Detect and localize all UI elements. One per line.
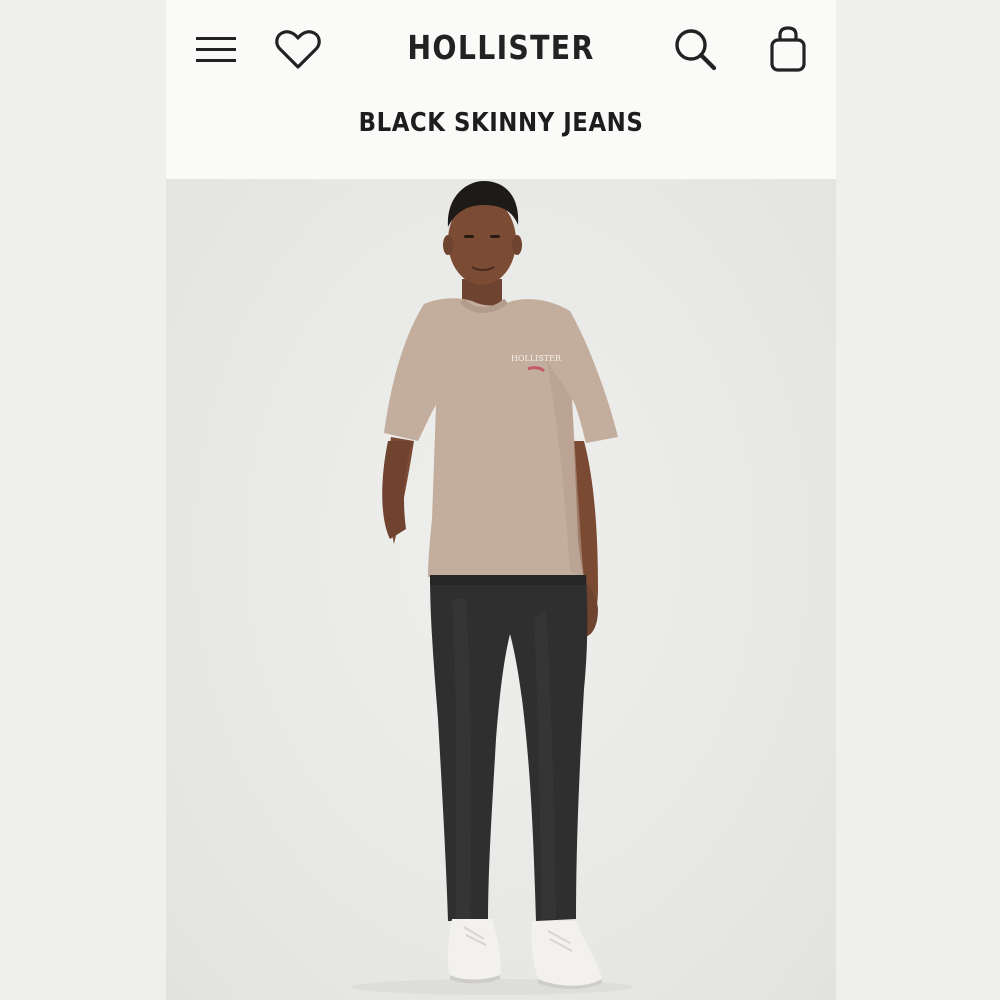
wishlist-button[interactable] [272,26,324,74]
top-header: HOLLISTER BLACK SKINNY JEANS [166,0,836,179]
app-screen: HOLLISTER BLACK SKINNY JEANS HOLLISTER [166,0,836,1000]
search-icon [673,27,719,73]
svg-text:HOLLISTER: HOLLISTER [511,354,562,363]
bag-button[interactable] [762,22,814,76]
brand-logo[interactable]: HOLLISTER [385,24,617,70]
search-button[interactable] [670,24,722,76]
product-image[interactable]: HOLLISTER [166,179,836,1000]
menu-button[interactable] [190,26,242,74]
screenshot-frame: HOLLISTER BLACK SKINNY JEANS HOLLISTER [0,0,1000,1000]
shopping-bag-icon [767,25,809,73]
menu-icon [194,33,238,67]
model-illustration: HOLLISTER [352,181,632,995]
heart-icon [274,29,322,71]
product-title: BLACK SKINNY JEANS [358,108,644,138]
